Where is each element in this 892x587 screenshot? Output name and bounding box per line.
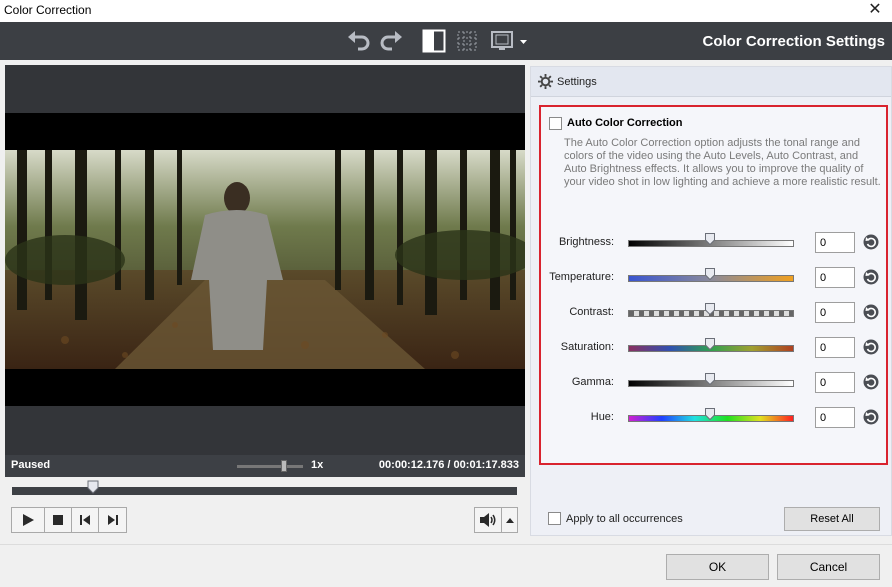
time-total: 00:01:17.833 [453,459,519,471]
next-frame-button[interactable] [99,508,126,532]
playback-speed: 1x [311,459,324,471]
window-title: Color Correction [4,3,92,17]
volume-button[interactable] [475,508,502,532]
volume-controls [474,507,518,533]
slider-label: Contrast: [569,306,614,318]
slider-thumb[interactable] [705,233,715,245]
ok-button[interactable]: OK [666,554,769,580]
chevron-up-icon [505,518,514,523]
slider-value-input[interactable]: 0 [815,267,855,288]
dialog-footer: OK Cancel [0,544,892,587]
slider-label: Brightness: [558,236,614,248]
gear-icon [538,74,553,89]
stop-button[interactable] [45,508,72,532]
playback-status: Paused [11,459,51,471]
settings-header-label: Settings [557,76,597,88]
slider-thumb[interactable] [705,408,715,420]
video-preview [5,65,525,455]
slider-thumb[interactable] [705,373,715,385]
settings-panel: Settings Auto Color Correction The Auto … [530,66,892,536]
undo-icon[interactable] [346,29,372,53]
auto-color-correction-description: The Auto Color Correction option adjusts… [564,137,881,188]
slider-thumb[interactable] [705,268,715,280]
toolbar-title: Color Correction Settings [702,33,885,50]
time-separator: / [444,459,454,471]
previous-frame-button[interactable] [72,508,99,532]
apply-to-all-label[interactable]: Apply to all occurrences [566,513,683,525]
video-frame-image [5,150,525,369]
slider-label: Gamma: [571,376,614,388]
speed-slider-track[interactable] [237,465,303,468]
slider-row-saturation: Saturation: 0 [541,336,886,360]
slider-value-input[interactable]: 0 [815,372,855,393]
reset-icon[interactable] [863,409,879,425]
slider-label: Hue: [590,411,614,423]
reset-icon[interactable] [863,374,879,390]
grid-view-icon[interactable] [456,29,478,53]
reset-all-button[interactable]: Reset All [784,507,880,531]
skip-back-icon [80,515,90,525]
play-button[interactable] [12,508,45,532]
toolbar: Color Correction Settings [0,22,892,60]
apply-to-all-checkbox[interactable] [548,512,561,525]
slider-row-temperature: Temperature: 0 [541,266,886,290]
slider-value-input[interactable]: 0 [815,407,855,428]
split-view-icon[interactable] [422,29,446,53]
slider-row-contrast: Contrast: 0 [541,301,886,325]
volume-dropdown-button[interactable] [502,508,517,532]
slider-label: Temperature: [549,271,614,283]
playback-status-bar: Paused 1x 00:00:12.176 / 00:01:17.833 [5,455,525,477]
slider-row-brightness: Brightness: 0 [541,231,886,255]
playback-controls [11,507,127,533]
slider-thumb[interactable] [705,338,715,350]
time-current: 00:00:12.176 [378,459,445,471]
auto-color-correction-checkbox[interactable] [549,117,562,130]
reset-icon[interactable] [863,304,879,320]
slider-value-input[interactable]: 0 [815,337,855,358]
redo-icon[interactable] [378,29,404,53]
main-area: Paused 1x 00:00:12.176 / 00:01:17.833 Se… [0,60,892,544]
slider-thumb[interactable] [705,303,715,315]
reset-icon[interactable] [863,269,879,285]
playback-time: 00:00:12.176 / 00:01:17.833 [379,459,519,471]
cancel-button[interactable]: Cancel [777,554,880,580]
slider-value-input[interactable]: 0 [815,302,855,323]
slider-label: Saturation: [560,341,614,353]
auto-color-correction-label[interactable]: Auto Color Correction [567,117,683,129]
speed-slider-thumb[interactable] [281,460,287,472]
stop-icon [53,515,63,525]
skip-forward-icon [107,515,118,525]
video-frame [5,113,525,406]
slider-value-input[interactable]: 0 [815,232,855,253]
play-icon [23,514,34,526]
reset-icon[interactable] [863,234,879,250]
title-bar: Color Correction ✕ [0,0,892,22]
color-correction-group: Auto Color Correction The Auto Color Cor… [539,105,888,465]
speaker-icon [480,513,496,527]
close-icon[interactable]: ✕ [862,0,888,22]
monitor-icon[interactable] [490,29,532,53]
slider-row-gamma: Gamma: 0 [541,371,886,395]
slider-row-hue: Hue: 0 [541,406,886,430]
settings-header: Settings [531,67,891,97]
reset-icon[interactable] [863,339,879,355]
seek-thumb[interactable] [87,480,99,494]
